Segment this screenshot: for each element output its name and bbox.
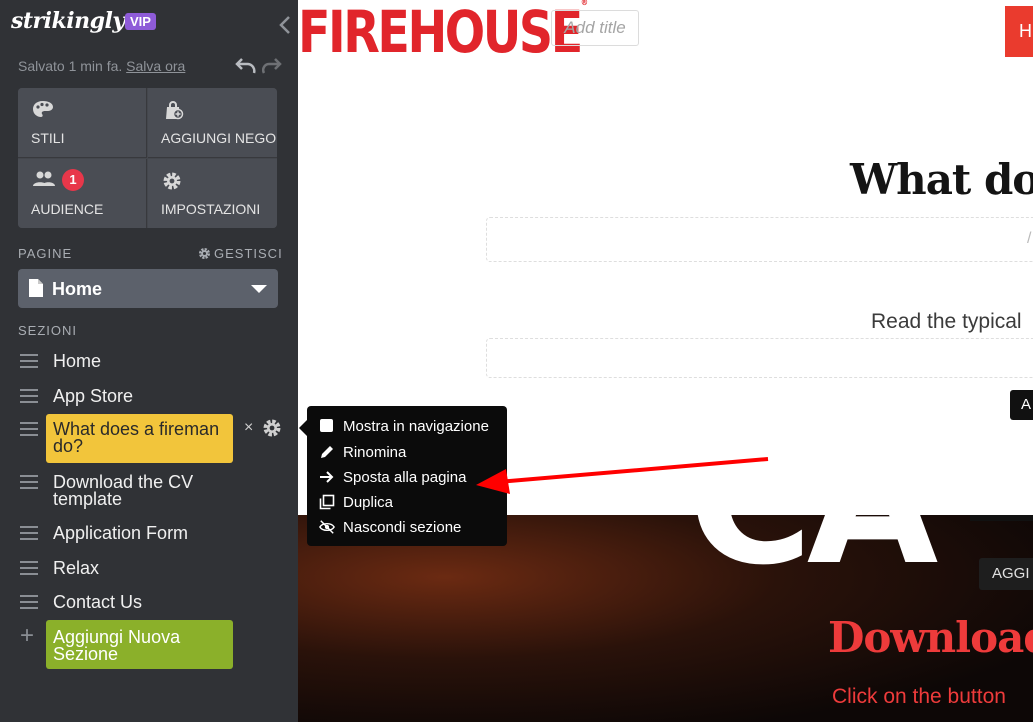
drag-handle-icon[interactable] <box>20 389 38 403</box>
brand-text: FIREHOUSE <box>298 0 583 66</box>
background-big-text: CA <box>688 405 938 603</box>
section-heading[interactable]: What doe <box>850 155 1033 204</box>
strikingly-logo[interactable]: strikingly <box>11 8 125 34</box>
section-name: Contact Us <box>53 592 143 612</box>
save-status-text: Salvato 1 min fa. <box>18 58 123 74</box>
section-name-line2: template <box>53 489 123 509</box>
drag-handle-icon[interactable] <box>20 354 38 368</box>
plus-icon[interactable]: + <box>20 624 34 648</box>
drag-handle-icon[interactable] <box>20 526 38 540</box>
section-item-download-cv[interactable]: Download the CV template <box>0 473 298 513</box>
save-status: Salvato 1 min fa. Salva ora <box>18 58 185 74</box>
edit-button[interactable]: A <box>1010 390 1033 420</box>
menu-item-label: Duplica <box>343 494 394 511</box>
drag-handle-icon[interactable] <box>20 422 38 436</box>
checkbox-icon[interactable] <box>320 419 333 432</box>
section-subtitle[interactable]: Read the typical <box>871 310 1022 334</box>
add-store-tile[interactable]: AGGIUNGI NEGO <box>148 88 277 158</box>
add-section-label-line2: Sezione <box>53 644 119 664</box>
section-item-contact-us[interactable]: Contact Us <box>0 593 298 613</box>
styles-label: STILI <box>31 130 65 146</box>
site-logo-firehouse[interactable]: FIREHOUSE® <box>298 0 588 66</box>
download-heading[interactable]: Download <box>828 613 1033 662</box>
drag-handle-icon[interactable] <box>20 475 38 489</box>
collapse-sidebar-icon[interactable] <box>278 14 292 36</box>
section-name: Relax <box>53 558 100 578</box>
audience-tile[interactable]: 1 AUDIENCE <box>18 159 147 228</box>
add-button[interactable]: AGGI <box>979 558 1033 590</box>
eye-slash-icon <box>319 520 335 534</box>
duplicate-icon <box>319 494 335 510</box>
menu-item-label: Nascondi sezione <box>343 519 462 536</box>
menu-item-label: Mostra in navigazione <box>343 418 489 435</box>
manage-label: GESTISCI <box>214 246 283 261</box>
vip-badge: VIP <box>125 13 156 30</box>
editor-sidebar: strikingly VIP Salvato 1 min fa. Salva o… <box>0 0 298 722</box>
editable-text-box[interactable]: / <box>486 217 1033 262</box>
people-icon <box>33 171 55 186</box>
current-page-label: Home <box>52 279 103 299</box>
section-settings-gear-icon[interactable] <box>262 418 282 438</box>
settings-label: IMPOSTAZIONI <box>161 201 261 217</box>
undo-icon[interactable] <box>235 57 257 75</box>
section-item-home[interactable]: Home <box>0 352 298 372</box>
arrow-right-icon <box>320 471 334 483</box>
menu-pointer <box>299 420 307 436</box>
menu-item-label: Sposta alla pagina <box>343 469 467 486</box>
redo-icon[interactable] <box>262 57 282 75</box>
section-context-menu: Mostra in navigazione Rinomina Sposta al… <box>299 406 507 546</box>
manage-pages-button[interactable]: GESTISCI <box>198 246 283 261</box>
gear-small-icon <box>198 247 211 260</box>
drag-handle-icon[interactable] <box>20 595 38 609</box>
page-select-dropdown[interactable]: Home <box>18 269 278 308</box>
audience-notification-badge: 1 <box>62 169 84 191</box>
palette-icon <box>33 101 53 117</box>
toolbar-edge <box>970 515 1033 521</box>
section-name: App Store <box>53 386 134 406</box>
shopping-bag-icon <box>166 101 184 120</box>
remove-section-button[interactable]: × <box>244 419 253 437</box>
styles-tile[interactable]: STILI <box>18 88 147 158</box>
chevron-down-icon <box>251 285 267 293</box>
registered-mark: ® <box>580 0 588 8</box>
settings-tile[interactable]: IMPOSTAZIONI <box>148 159 277 228</box>
section-name: Application Form <box>53 523 189 543</box>
drag-handle-icon[interactable] <box>20 561 38 575</box>
section-item-app-store[interactable]: App Store <box>0 387 298 407</box>
section-name-line2: do? <box>53 436 84 456</box>
section-item-application-form[interactable]: Application Form <box>0 524 298 544</box>
sections-heading: SEZIONI <box>18 323 78 338</box>
site-preview-canvas: FIREHOUSE® Add title H What doe / Read t… <box>298 0 1033 722</box>
section-name: Home <box>53 351 102 371</box>
text-cursor-mark: / <box>1027 230 1032 247</box>
save-now-link[interactable]: Salva ora <box>126 58 185 74</box>
editable-text-box[interactable] <box>486 338 1033 378</box>
audience-label: AUDIENCE <box>31 201 104 217</box>
nav-link-button[interactable]: H <box>1005 6 1033 57</box>
download-instructions[interactable]: Click on the button <box>832 685 1006 709</box>
section-item-relax[interactable]: Relax <box>0 559 298 579</box>
add-store-label: AGGIUNGI NEGO <box>161 130 277 146</box>
page-document-icon <box>29 279 43 297</box>
sidebar-tools-grid: STILI AGGIUNGI NEGO 1 AUDIENCE IMPOSTAZI… <box>18 88 277 228</box>
menu-item-label: Rinomina <box>343 444 407 461</box>
add-title-input[interactable]: Add title <box>551 10 639 46</box>
pages-heading: PAGINE <box>18 246 73 261</box>
pencil-icon <box>321 446 333 458</box>
gear-icon <box>163 172 181 190</box>
